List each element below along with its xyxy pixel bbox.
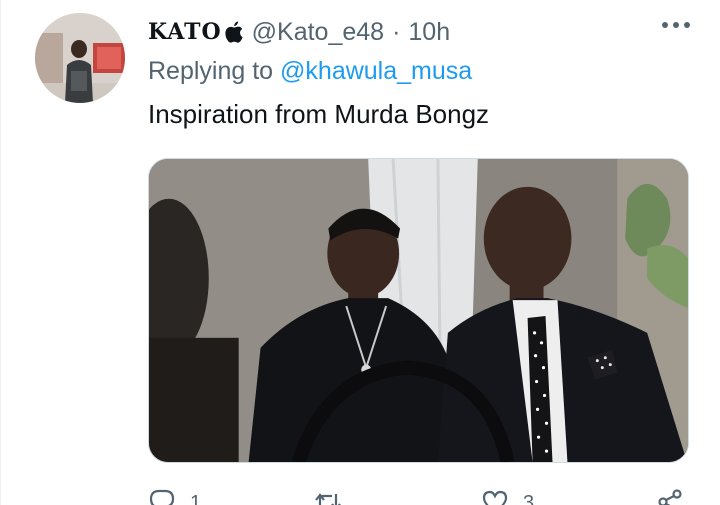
tweet-media-image[interactable]: [148, 158, 689, 463]
reply-button[interactable]: 1: [148, 488, 201, 505]
tweet-text: Inspiration from Murda Bongz: [148, 99, 490, 129]
tweet-actions: 1 3: [148, 488, 693, 505]
apple-icon: [224, 20, 244, 44]
replying-to-line: Replying to @khawula_musa: [148, 57, 472, 86]
like-count: 3: [523, 492, 535, 505]
like-button[interactable]: 3: [481, 488, 534, 505]
tweet-header: KATO @Kato_e48 · 10h: [148, 14, 450, 50]
replying-to-label: Replying to: [148, 57, 281, 85]
more-horizontal-icon[interactable]: [662, 22, 690, 28]
share-button[interactable]: [656, 488, 684, 505]
user-handle[interactable]: @Kato_e48: [252, 18, 384, 47]
retweet-icon: [315, 493, 341, 505]
heart-icon: [482, 490, 508, 505]
reply-count: 1: [190, 492, 202, 505]
display-name[interactable]: KATO: [148, 19, 222, 45]
separator-dot: ·: [392, 17, 401, 46]
replying-to-link[interactable]: @khawula_musa: [280, 57, 472, 85]
comment-icon: [149, 489, 175, 505]
avatar-image: [35, 13, 125, 103]
timestamp[interactable]: 10h: [408, 18, 450, 47]
tweet[interactable]: KATO @Kato_e48 · 10h Replying to @khawul…: [0, 0, 720, 505]
retweet-button[interactable]: [314, 488, 342, 505]
avatar[interactable]: [35, 13, 125, 103]
share-icon: [658, 489, 682, 505]
